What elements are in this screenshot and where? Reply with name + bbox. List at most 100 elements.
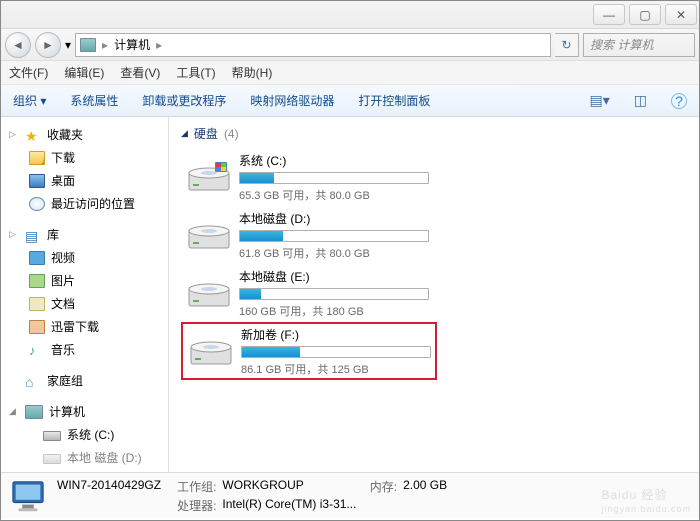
tree-pictures[interactable]: 图片 xyxy=(1,269,168,292)
back-button[interactable]: ◄ xyxy=(5,32,31,58)
history-dropdown[interactable]: ▾ xyxy=(65,38,71,52)
drive-icon xyxy=(43,431,61,441)
drive-item[interactable]: 本地磁盘 (D:) 61.8 GB 可用，共 80.0 GB xyxy=(181,206,437,264)
search-input[interactable]: 搜索 计算机 xyxy=(583,33,695,57)
drive-name: 系统 (C:) xyxy=(239,152,431,169)
breadcrumb-sep-icon[interactable]: ▸ xyxy=(156,38,162,52)
forward-button[interactable]: ► xyxy=(35,32,61,58)
content-pane[interactable]: ◢ 硬盘 (4) 系统 (C:) 65.3 GB 可用，共 80.0 GB 本地磁盘… xyxy=(169,117,699,472)
homegroup-icon: ⌂ xyxy=(25,374,41,388)
drive-icon xyxy=(187,157,231,197)
tree-label: 迅雷下载 xyxy=(51,318,99,335)
breadcrumb-sep-icon: ▸ xyxy=(102,38,108,52)
organize-button[interactable]: 组织 ▾ xyxy=(13,92,46,109)
menu-help[interactable]: 帮助(H) xyxy=(232,64,273,81)
tree-computer[interactable]: ◢ 计算机 xyxy=(1,400,168,423)
status-memory: 2.00 GB xyxy=(403,478,447,495)
drive-icon xyxy=(187,273,231,313)
main-area: ▷ ★ 收藏夹 下载 桌面 最近访问的位置 ▷ ▤ 库 视频 图片 文档 迅雷下… xyxy=(1,117,699,472)
menu-file[interactable]: 文件(F) xyxy=(9,64,48,81)
toolbar: 组织 ▾ 系统属性 卸载或更改程序 映射网络驱动器 打开控制面板 ▤▾ ◫ ? xyxy=(1,85,699,117)
preview-pane-icon[interactable]: ◫ xyxy=(634,92,647,109)
address-bar[interactable]: ▸ 计算机 ▸ xyxy=(75,33,551,57)
details-pane: WIN7-20140429GZ 工作组: WORKGROUP 内存: 2.00 … xyxy=(1,472,699,518)
menu-view[interactable]: 查看(V) xyxy=(120,64,160,81)
menu-edit[interactable]: 编辑(E) xyxy=(64,64,104,81)
downloads-icon xyxy=(29,151,45,165)
drive-name: 本地磁盘 (D:) xyxy=(239,210,431,227)
music-icon: ♪ xyxy=(29,343,45,357)
close-button[interactable]: ✕ xyxy=(665,4,697,25)
tree-homegroup[interactable]: ⌂ 家庭组 xyxy=(1,369,168,392)
drive-usage-bar xyxy=(241,346,431,358)
tree-recent[interactable]: 最近访问的位置 xyxy=(1,192,168,215)
control-panel-button[interactable]: 打开控制面板 xyxy=(358,92,430,109)
computer-large-icon xyxy=(9,478,47,514)
tree-label: 音乐 xyxy=(51,341,75,358)
status-workgroup: WORKGROUP xyxy=(222,478,303,495)
collapse-icon[interactable]: ◢ xyxy=(181,128,188,139)
maximize-button[interactable]: ▢ xyxy=(629,4,661,25)
tree-documents[interactable]: 文档 xyxy=(1,292,168,315)
category-label: 硬盘 xyxy=(194,125,218,142)
drive-icon xyxy=(187,215,231,255)
drive-icon xyxy=(43,454,61,464)
title-bar: — ▢ ✕ xyxy=(1,1,699,29)
tree-desktop[interactable]: 桌面 xyxy=(1,169,168,192)
status-memory-label: 内存: xyxy=(370,478,397,495)
computer-icon xyxy=(25,405,43,419)
tree-downloads[interactable]: 下载 xyxy=(1,146,168,169)
breadcrumb-item[interactable]: 计算机 xyxy=(114,36,150,53)
help-icon[interactable]: ? xyxy=(671,93,687,109)
drive-item[interactable]: 本地磁盘 (E:) 160 GB 可用，共 180 GB xyxy=(181,264,437,322)
drive-usage-bar xyxy=(239,172,429,184)
tree-label: 计算机 xyxy=(49,403,85,420)
minimize-button[interactable]: — xyxy=(593,4,625,25)
collapse-icon[interactable]: ◢ xyxy=(9,406,19,417)
tree-label: 系统 (C:) xyxy=(67,426,114,443)
xunlei-icon xyxy=(29,320,45,334)
tree-music[interactable]: ♪ 音乐 xyxy=(1,338,168,361)
expand-icon[interactable]: ▷ xyxy=(9,229,19,240)
drive-free-text: 61.8 GB 可用，共 80.0 GB xyxy=(239,245,431,261)
refresh-button[interactable]: ↻ xyxy=(555,33,579,57)
tree-drive-c[interactable]: 系统 (C:) xyxy=(1,423,168,446)
status-workgroup-label: 工作组: xyxy=(177,478,216,495)
navigation-tree[interactable]: ▷ ★ 收藏夹 下载 桌面 最近访问的位置 ▷ ▤ 库 视频 图片 文档 迅雷下… xyxy=(1,117,169,472)
tree-label: 家庭组 xyxy=(47,372,83,389)
drive-free-text: 160 GB 可用，共 180 GB xyxy=(239,303,431,319)
tree-label: 库 xyxy=(47,226,59,243)
drive-free-text: 86.1 GB 可用，共 125 GB xyxy=(241,361,431,377)
drive-usage-bar xyxy=(239,230,429,242)
drives-grid: 系统 (C:) 65.3 GB 可用，共 80.0 GB 本地磁盘 (D:) 61.8… xyxy=(181,148,691,380)
drive-usage-bar xyxy=(239,288,429,300)
drive-item[interactable]: 系统 (C:) 65.3 GB 可用，共 80.0 GB xyxy=(181,148,437,206)
category-header[interactable]: ◢ 硬盘 (4) xyxy=(181,125,691,142)
tree-favorites[interactable]: ▷ ★ 收藏夹 xyxy=(1,123,168,146)
drive-name: 本地磁盘 (E:) xyxy=(239,268,431,285)
drive-item[interactable]: 新加卷 (F:)86.1 GB 可用，共 125 GB xyxy=(181,322,437,380)
status-cpu-label: 处理器: xyxy=(177,497,216,514)
menu-tools[interactable]: 工具(T) xyxy=(176,64,215,81)
tree-xunlei[interactable]: 迅雷下载 xyxy=(1,315,168,338)
tree-label: 桌面 xyxy=(51,172,75,189)
drive-free-text: 65.3 GB 可用，共 80.0 GB xyxy=(239,187,431,203)
category-count: (4) xyxy=(224,127,239,141)
watermark: Baidu 经验 jingyan.baidu.com xyxy=(601,486,691,514)
tree-drive-d[interactable]: 本地 磁盘 (D:) xyxy=(1,446,168,469)
search-placeholder: 搜索 计算机 xyxy=(590,36,653,53)
tree-libraries[interactable]: ▷ ▤ 库 xyxy=(1,223,168,246)
expand-icon[interactable]: ▷ xyxy=(9,129,19,140)
status-computer-name: WIN7-20140429GZ xyxy=(57,478,161,495)
view-mode-icon[interactable]: ▤▾ xyxy=(590,92,610,109)
tree-videos[interactable]: 视频 xyxy=(1,246,168,269)
tree-label: 下载 xyxy=(51,149,75,166)
video-icon xyxy=(29,251,45,265)
desktop-icon xyxy=(29,174,45,188)
map-drive-button[interactable]: 映射网络驱动器 xyxy=(250,92,334,109)
navigation-bar: ◄ ► ▾ ▸ 计算机 ▸ ↻ 搜索 计算机 xyxy=(1,29,699,61)
tree-label: 文档 xyxy=(51,295,75,312)
menu-bar: 文件(F) 编辑(E) 查看(V) 工具(T) 帮助(H) xyxy=(1,61,699,85)
uninstall-button[interactable]: 卸载或更改程序 xyxy=(142,92,226,109)
system-properties-button[interactable]: 系统属性 xyxy=(70,92,118,109)
